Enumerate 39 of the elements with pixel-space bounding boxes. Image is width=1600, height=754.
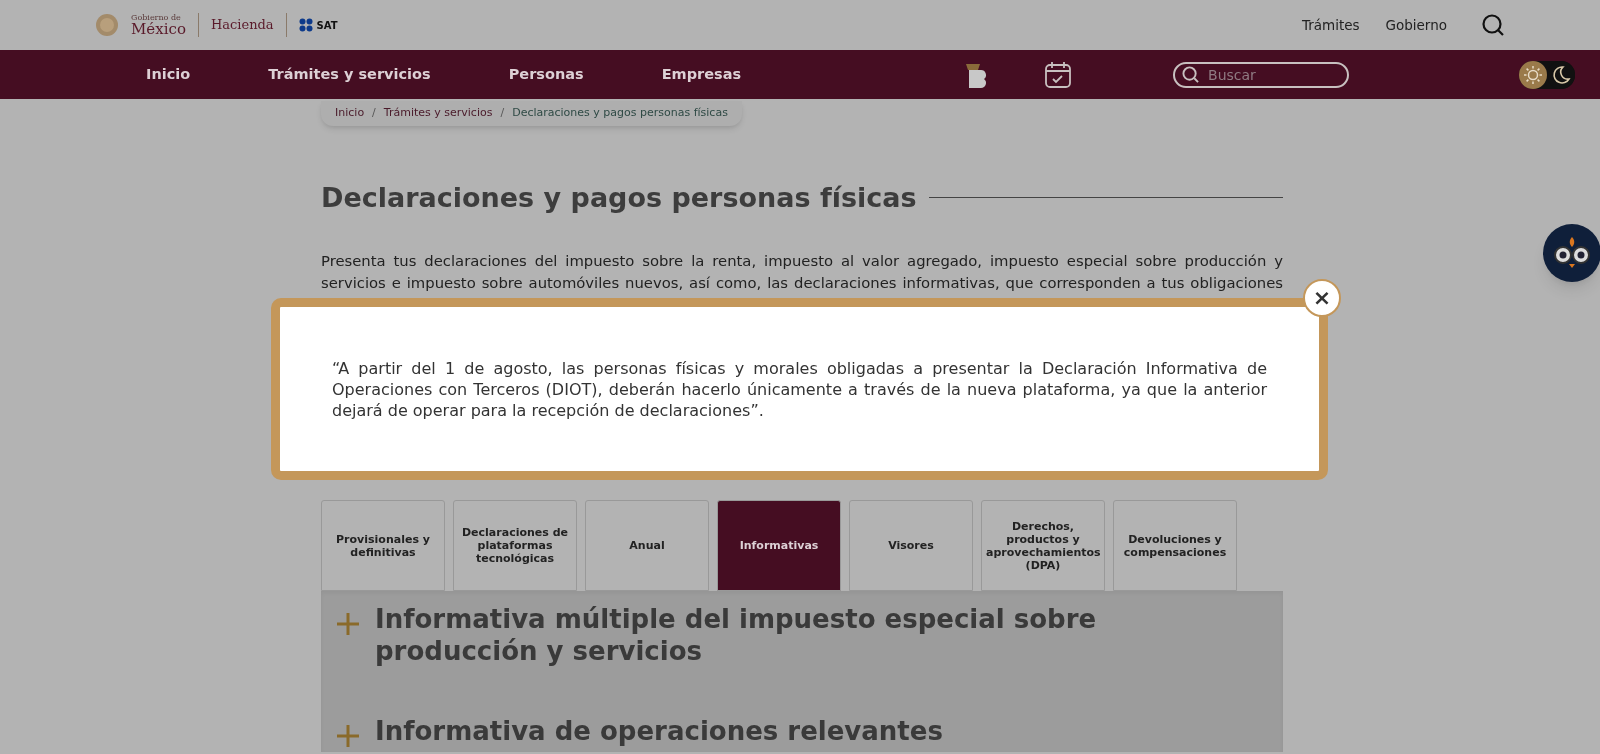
tab[interactable]: Provisionales y definitivas [321, 500, 445, 591]
nav-link[interactable]: Trámites y servicios [268, 63, 431, 86]
header-link[interactable]: Trámites [1301, 14, 1360, 36]
search-icon [1182, 65, 1200, 83]
nav-link[interactable]: Empresas [661, 63, 742, 86]
nav-link[interactable]: Personas [508, 63, 584, 86]
tab[interactable]: Declaraciones de plataformas tecnológicas [453, 500, 577, 591]
logo-text: Hacienda [210, 16, 274, 35]
breadcrumb-link[interactable]: Inicio [335, 105, 365, 122]
breadcrumb-separator: / [500, 105, 505, 121]
tab[interactable]: Derechos, productos y aprovechamientos (DPA) [981, 500, 1105, 591]
search-icon[interactable] [1481, 13, 1505, 37]
tab[interactable]: Devoluciones y compensaciones [1113, 500, 1237, 591]
close-button[interactable]: × [1303, 279, 1341, 317]
owl-button[interactable] [1543, 224, 1600, 282]
header-link[interactable]: Gobierno [1385, 14, 1447, 36]
logo-text: México [131, 21, 186, 37]
notice-text: “A partir del 1 de agosto, las personas físicas y morales obligadas a presentar la Declaración Informativa de Operaciones con Terceros (DIOT), deberán hacerlo únicamente a través de la nueva plataforma, ya que la anterior dejará de operar para la recepción de declaraciones”. [332, 357, 1267, 421]
logo-text: Gobierno de [131, 13, 182, 22]
tab[interactable]: Informativas [717, 500, 841, 591]
breadcrumb-link[interactable]: Trámites y servicios [383, 105, 493, 122]
dots-icon [298, 18, 313, 32]
search-field[interactable]: Buscar [1173, 61, 1350, 88]
accordion-title[interactable]: Informativa de operaciones relevantes [375, 715, 943, 747]
intro-text: servicios e impuesto sobre automóviles nuevos, así como, las declaraciones informativas, que corresponden a tus obligaciones [321, 273, 1283, 293]
tab[interactable]: Visores [849, 500, 973, 591]
nav-link[interactable]: Inicio [146, 63, 191, 86]
tab[interactable]: Anual [585, 500, 709, 591]
moon-icon [1551, 64, 1572, 85]
theme-button[interactable] [1519, 60, 1548, 89]
breadcrumb-text: Declaraciones y pagos personas físicas [512, 105, 728, 121]
logo-text: SAT [316, 18, 338, 33]
breadcrumb-separator: / [372, 105, 376, 121]
sun-icon [1523, 64, 1544, 85]
intro-text: Presenta tus declaraciones del impuesto sobre la renta, impuesto al valor agregado, impuesto especial sobre producción y [321, 251, 1283, 271]
calendar-icon[interactable] [1043, 59, 1074, 90]
page-title: Declaraciones y pagos personas físicas [321, 180, 917, 215]
accordion-title[interactable]: Informativa múltiple del impuesto especial sobre producción y servicios [375, 603, 1267, 667]
emblem-icon [95, 13, 119, 37]
